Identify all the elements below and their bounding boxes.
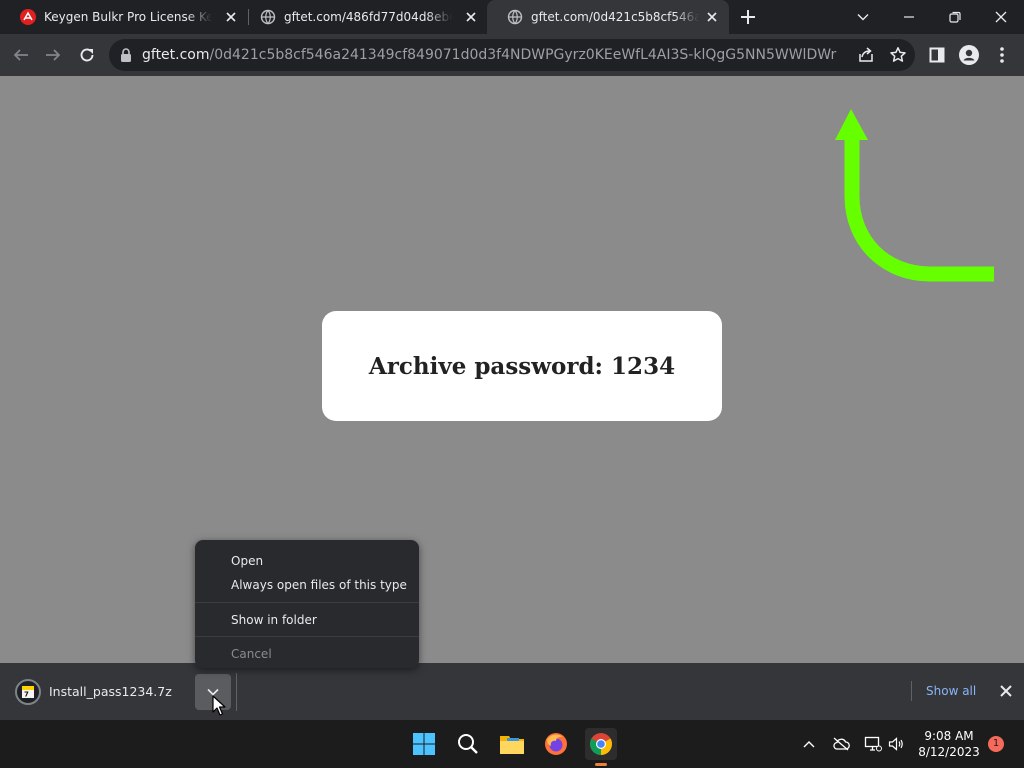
lock-icon[interactable]	[120, 48, 132, 62]
url-path: /0d421c5b8cf546a241349cf849071d0d3f4NDWP…	[209, 47, 837, 63]
shelf-separator	[911, 681, 912, 701]
chevron-up-icon	[803, 741, 815, 748]
restore-button[interactable]	[942, 4, 968, 30]
taskbar-file-explorer[interactable]	[496, 728, 528, 760]
tab-gftet-2-active[interactable]: gftet.com/0d421c5b8cf546a2413	[487, 0, 729, 34]
page-content: Archive password: 1234	[0, 76, 1024, 663]
tab-title: Keygen Bulkr Pro License Key 2023	[44, 10, 212, 24]
globe-icon	[507, 9, 523, 25]
close-icon[interactable]	[464, 10, 478, 24]
close-icon[interactable]	[224, 10, 238, 24]
address-bar[interactable]: gftet.com/0d421c5b8cf546a241349cf849071d…	[109, 39, 915, 71]
volume-button[interactable]	[886, 734, 906, 754]
share-icon[interactable]	[857, 46, 875, 64]
minimize-button[interactable]	[896, 4, 922, 30]
search-icon	[458, 734, 478, 754]
tab-strip: Keygen Bulkr Pro License Key 2023 gftet.…	[0, 0, 1024, 34]
close-window-button[interactable]	[988, 4, 1014, 30]
url-host: gftet.com	[142, 47, 210, 63]
onedrive-button[interactable]	[831, 734, 851, 754]
password-card: Archive password: 1234	[322, 311, 722, 421]
tab-gftet-1[interactable]: gftet.com/486fd77d04d8eb66a3b	[240, 0, 488, 34]
cloud-offline-icon	[833, 737, 850, 751]
minimize-icon	[904, 16, 914, 18]
menu-divider	[195, 636, 419, 637]
screen: Keygen Bulkr Pro License Key 2023 gftet.…	[0, 0, 1024, 768]
back-button[interactable]	[10, 44, 32, 66]
download-file-name[interactable]: Install_pass1234.7z	[49, 684, 172, 699]
archive-file-icon: 7	[22, 686, 34, 699]
chrome-icon	[590, 733, 612, 755]
profile-icon	[959, 45, 979, 65]
clock-time: 9:08 AM	[924, 729, 974, 743]
globe-icon	[260, 9, 276, 25]
tab-title: gftet.com/486fd77d04d8eb66a3b	[284, 10, 452, 24]
taskbar-clock[interactable]: 9:08 AM 8/12/2023	[912, 728, 986, 760]
start-button[interactable]	[408, 728, 440, 760]
url-text[interactable]: gftet.com/0d421c5b8cf546a241349cf849071d…	[142, 47, 842, 63]
kebab-menu-icon	[1000, 47, 1004, 63]
tab-search-button[interactable]	[850, 4, 876, 30]
new-tab-icon[interactable]	[738, 7, 758, 27]
adobe-acrobat-icon	[20, 9, 36, 25]
mouse-cursor-icon	[212, 695, 226, 716]
file-explorer-icon	[500, 736, 524, 754]
notification-badge[interactable]: 1	[988, 736, 1004, 752]
close-icon[interactable]	[705, 10, 719, 24]
active-app-indicator	[595, 763, 607, 766]
menu-item-cancel[interactable]: Cancel	[195, 642, 419, 666]
svg-text:7: 7	[24, 691, 29, 699]
reload-button[interactable]	[76, 44, 98, 66]
side-panel-icon	[929, 47, 945, 63]
speaker-icon	[888, 737, 903, 751]
menu-item-always-open[interactable]: Always open files of this type	[195, 573, 419, 597]
reload-icon	[80, 48, 94, 62]
restore-icon	[949, 11, 961, 23]
download-item-separator	[236, 673, 237, 711]
show-all-downloads-link[interactable]: Show all	[926, 684, 976, 698]
tab-title: gftet.com/0d421c5b8cf546a2413	[531, 10, 699, 24]
taskbar-chrome[interactable]	[585, 728, 617, 760]
clock-date: 8/12/2023	[918, 745, 980, 759]
arrow-left-icon	[13, 49, 28, 61]
profile-button[interactable]	[959, 45, 979, 65]
firefox-icon	[545, 733, 567, 755]
menu-divider	[195, 602, 419, 603]
close-icon[interactable]	[998, 683, 1014, 699]
tab-keygen[interactable]: Keygen Bulkr Pro License Key 2023	[0, 0, 248, 34]
windows-taskbar: 9:08 AM 8/12/2023 1	[0, 720, 1024, 768]
menu-button[interactable]	[992, 45, 1012, 65]
show-hidden-icons-button[interactable]	[799, 734, 819, 754]
browser-toolbar: gftet.com/0d421c5b8cf546a241349cf849071d…	[0, 34, 1024, 76]
network-button[interactable]	[863, 734, 883, 754]
download-shelf: 7 Install_pass1234.7z Show all	[0, 663, 1024, 720]
arrow-right-icon	[46, 49, 61, 61]
taskbar-search-button[interactable]	[452, 728, 484, 760]
7zip-icon[interactable]: 7	[15, 679, 41, 705]
menu-item-open[interactable]: Open	[195, 549, 419, 573]
close-icon	[995, 11, 1007, 23]
menu-item-show-in-folder[interactable]: Show in folder	[195, 608, 419, 632]
taskbar-firefox[interactable]	[540, 728, 572, 760]
download-context-menu: Open Always open files of this type Show…	[195, 540, 419, 668]
archive-password-text: Archive password: 1234	[368, 352, 676, 380]
network-icon	[864, 736, 882, 752]
side-panel-button[interactable]	[927, 45, 947, 65]
bookmark-star-icon[interactable]	[889, 46, 907, 64]
windows-start-icon	[413, 733, 435, 755]
chevron-down-icon	[857, 14, 869, 21]
forward-button[interactable]	[42, 44, 64, 66]
